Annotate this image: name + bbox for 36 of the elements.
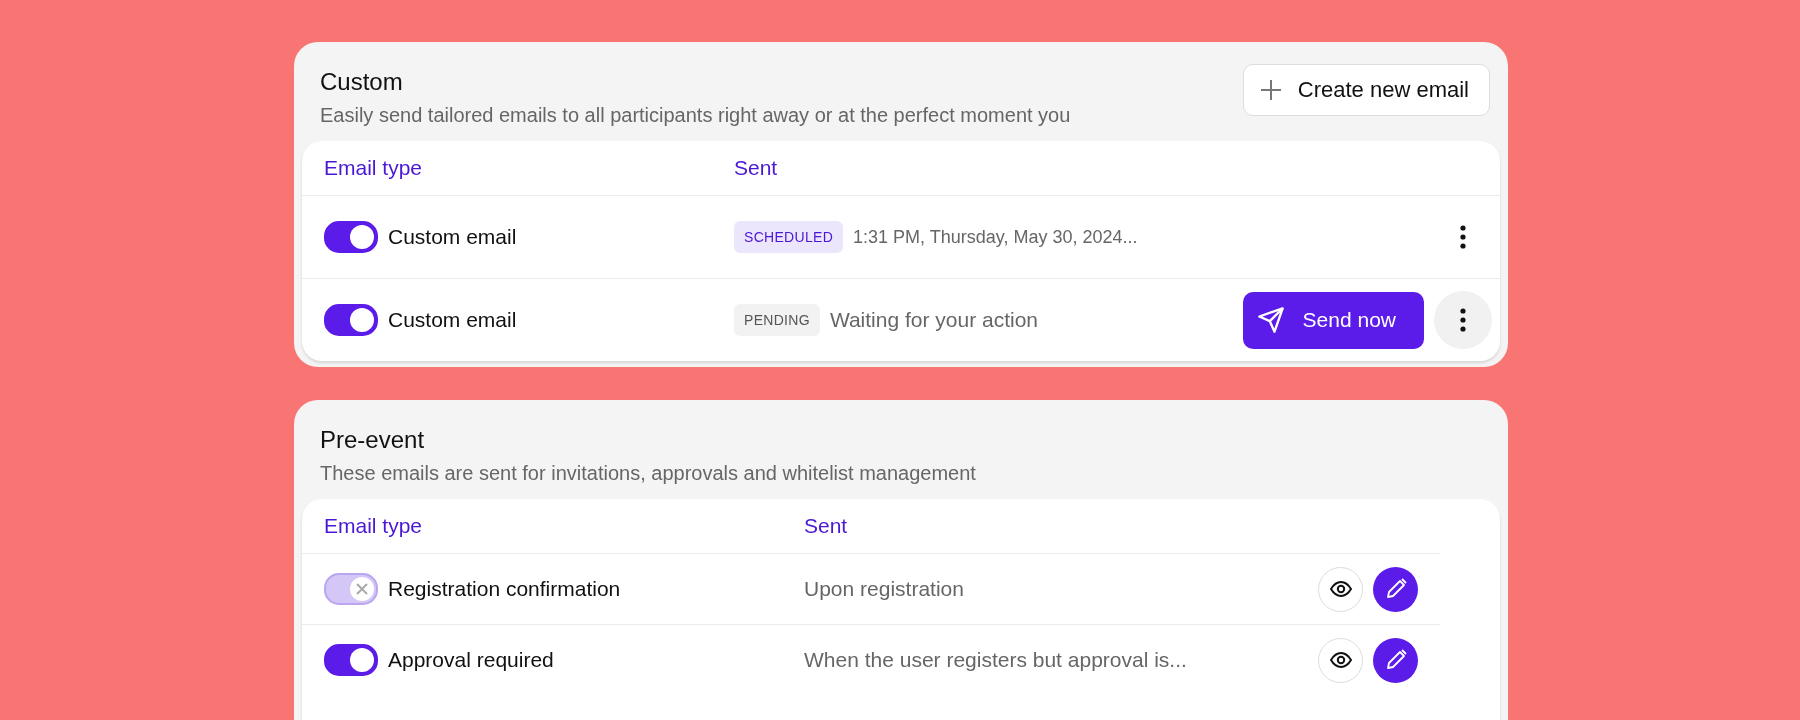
column-header: Email type (324, 156, 424, 180)
status-badge: PENDING (734, 304, 820, 336)
toggle-switch[interactable] (324, 221, 378, 253)
sent-text: Waiting for your action (829, 308, 1039, 332)
section-description: Easily send tailored emails to all participants right away or at the perfect moment you (320, 104, 1071, 127)
send-now-button[interactable]: Send now (1242, 291, 1424, 349)
email-type-name: Custom email (388, 308, 517, 332)
more-icon (1460, 308, 1466, 332)
email-type-name: Registration confirmation (388, 577, 621, 601)
email-type-name: Approval required (388, 648, 554, 672)
sent-text: 1:31 PM, Thursday, May 30, 2024... (853, 226, 1138, 248)
column-header: Sent (804, 514, 849, 538)
section-title: Custom (320, 68, 404, 96)
plus-icon (1259, 79, 1282, 101)
create-email-button[interactable]: Create new email (1242, 64, 1490, 116)
edit-button[interactable] (1373, 637, 1418, 683)
section-description: These emails are sent for invitations, approvals and whitelist management (320, 462, 976, 485)
status-badge: SCHEDULED (734, 221, 844, 253)
edit-button[interactable] (1373, 566, 1418, 612)
toggle-switch[interactable] (324, 644, 378, 676)
eye-icon (1329, 581, 1352, 597)
eye-icon (1329, 652, 1352, 668)
pencil-icon (1384, 578, 1407, 600)
email-type-name: Custom email (388, 225, 517, 249)
sent-text: Upon registration (804, 577, 964, 601)
toggle-switch[interactable] (324, 304, 378, 336)
preview-button[interactable] (1318, 637, 1363, 683)
column-header: Email type (324, 514, 424, 538)
column-header: Sent (734, 156, 779, 180)
pencil-icon (1384, 649, 1407, 671)
more-icon (1460, 225, 1466, 249)
close-icon (355, 582, 369, 596)
paper-plane-icon (1256, 306, 1285, 334)
sent-text: When the user registers but approval is... (804, 648, 1187, 672)
preview-button[interactable] (1318, 566, 1363, 612)
section-title: Pre-event (320, 426, 426, 454)
